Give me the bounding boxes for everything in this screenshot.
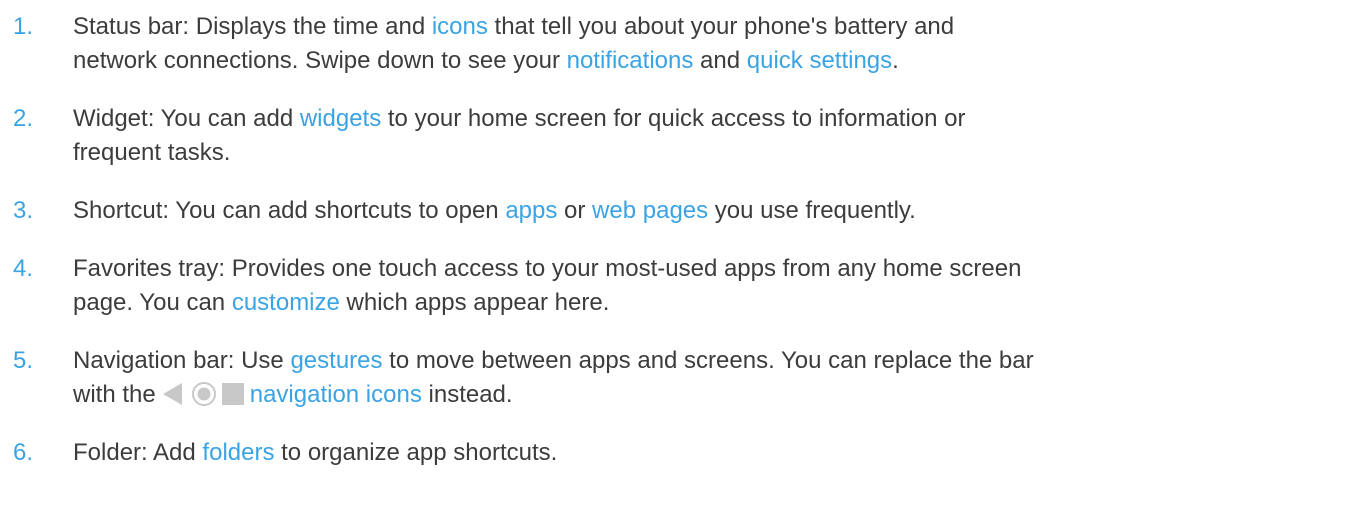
link-web-pages[interactable]: web pages bbox=[592, 197, 708, 224]
text-span: Folder: Add bbox=[73, 439, 203, 466]
text-line: page. You can customize which apps appea… bbox=[73, 286, 1339, 320]
text-span: instead. bbox=[421, 381, 513, 408]
item-text: Favorites tray: Provides one touch acces… bbox=[73, 252, 1339, 320]
item-number: 5. bbox=[13, 347, 34, 374]
text-span: to move between apps and screens. You ca… bbox=[382, 347, 1034, 374]
navigation-icons-group bbox=[160, 381, 246, 407]
text-span: to organize app shortcuts. bbox=[274, 439, 558, 466]
home-circle-inner bbox=[197, 387, 211, 401]
back-triangle-icon bbox=[162, 383, 182, 405]
text-line: Status bar: Displays the time and icons … bbox=[73, 10, 1339, 44]
recents-square-icon bbox=[221, 383, 244, 405]
text-span: that tell you about your phone's battery… bbox=[487, 13, 955, 40]
item-number: 1. bbox=[13, 13, 34, 40]
item-text: Folder: Add folders to organize app shor… bbox=[73, 436, 1339, 470]
link-quick-settings[interactable]: quick settings bbox=[747, 47, 892, 74]
navigation-icons-svg bbox=[162, 382, 244, 406]
text-span: . bbox=[892, 47, 899, 74]
item-number: 4. bbox=[13, 255, 34, 282]
text-line: Navigation bar: Use gestures to move bet… bbox=[73, 344, 1339, 378]
text-span: to your home screen for quick access to … bbox=[381, 105, 966, 132]
item-text: Status bar: Displays the time and icons … bbox=[73, 10, 1339, 78]
link-navigation-icons[interactable]: navigation icons bbox=[250, 381, 422, 408]
text-line: Favorites tray: Provides one touch acces… bbox=[73, 252, 1339, 286]
text-line: network connections. Swipe down to see y… bbox=[73, 44, 1339, 78]
text-line: with the navigation icons instead. bbox=[73, 378, 1339, 412]
text-line: Folder: Add folders to organize app shor… bbox=[73, 436, 1339, 470]
text-span: Widget: You can add bbox=[73, 105, 300, 132]
item-text: Widget: You can add widgets to your home… bbox=[73, 102, 1339, 170]
text-span: Status bar: Displays the time and bbox=[73, 13, 432, 40]
item-number: 2. bbox=[13, 105, 34, 132]
numbered-list: 1. Status bar: Displays the time and ico… bbox=[0, 0, 1359, 515]
link-widgets[interactable]: widgets bbox=[300, 105, 381, 132]
link-apps[interactable]: apps bbox=[505, 197, 557, 224]
item-number: 3. bbox=[13, 197, 34, 224]
text-span: you use frequently. bbox=[708, 197, 916, 224]
link-icons[interactable]: icons bbox=[432, 13, 488, 40]
text-span: which apps appear here. bbox=[339, 289, 610, 316]
text-line: frequent tasks. bbox=[73, 136, 1339, 170]
text-span: Favorites tray: Provides one touch acces… bbox=[73, 255, 1022, 282]
text-span: network connections. Swipe down to see y… bbox=[73, 47, 567, 74]
text-span: and bbox=[693, 47, 747, 74]
text-span: frequent tasks. bbox=[73, 139, 231, 166]
link-customize[interactable]: customize bbox=[232, 289, 340, 316]
text-span: Shortcut: You can add shortcuts to open bbox=[73, 197, 506, 224]
link-notifications[interactable]: notifications bbox=[567, 47, 694, 74]
link-gestures[interactable]: gestures bbox=[290, 347, 382, 374]
text-line: Widget: You can add widgets to your home… bbox=[73, 102, 1339, 136]
text-span: Navigation bar: Use bbox=[73, 347, 291, 374]
item-text: Shortcut: You can add shortcuts to open … bbox=[73, 194, 1339, 228]
text-span: or bbox=[557, 197, 593, 224]
text-span: page. You can bbox=[73, 289, 232, 316]
text-line: Shortcut: You can add shortcuts to open … bbox=[73, 194, 1339, 228]
item-text: Navigation bar: Use gestures to move bet… bbox=[73, 344, 1339, 412]
text-span: with the bbox=[73, 381, 156, 408]
item-number: 6. bbox=[13, 439, 34, 466]
link-folders[interactable]: folders bbox=[202, 439, 274, 466]
